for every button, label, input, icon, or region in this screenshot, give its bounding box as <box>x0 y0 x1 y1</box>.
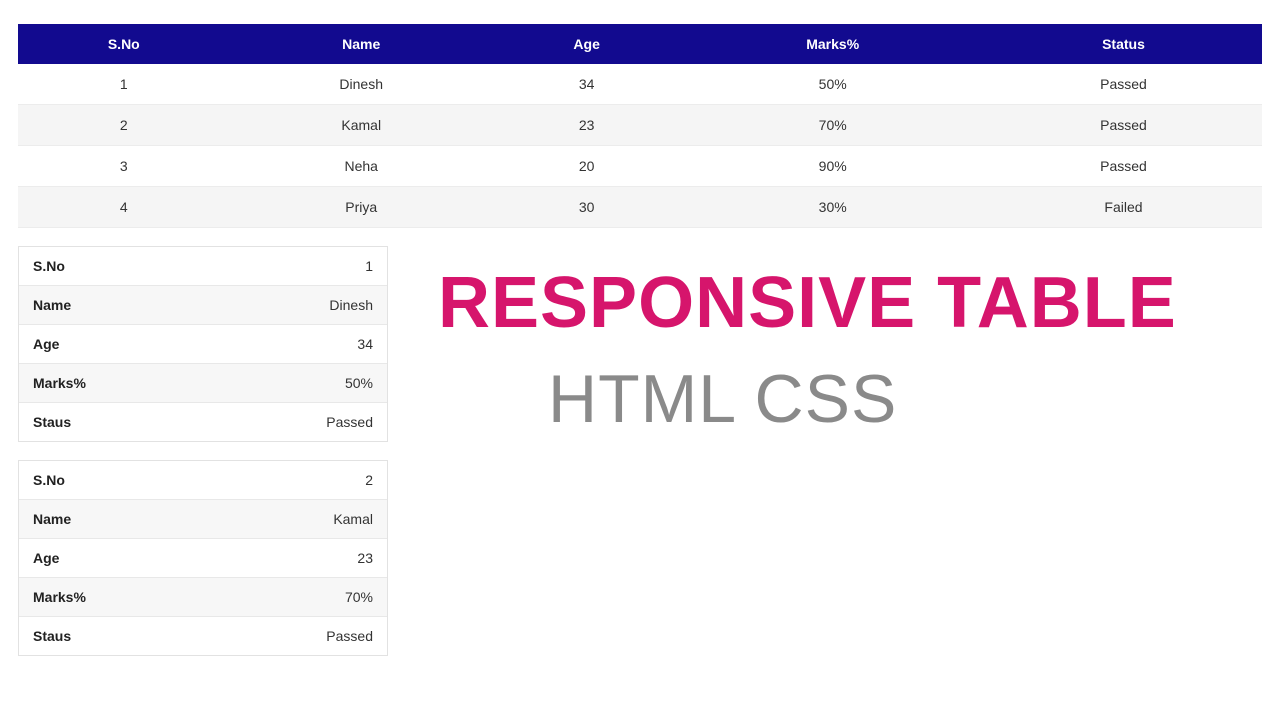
col-age: Age <box>493 24 681 64</box>
cell-sno: 4 <box>18 187 230 228</box>
cell-status: Passed <box>985 146 1262 187</box>
cell-marks: 30% <box>680 187 985 228</box>
cell-name: Priya <box>230 187 493 228</box>
cell-age: 20 <box>493 146 681 187</box>
cell-marks: 90% <box>680 146 985 187</box>
card-row-name: Name Dinesh <box>19 286 387 325</box>
card-row-sno: S.No 2 <box>19 461 387 500</box>
card-value: Kamal <box>333 511 373 527</box>
cell-name: Dinesh <box>230 64 493 105</box>
cell-age: 23 <box>493 105 681 146</box>
col-sno: S.No <box>18 24 230 64</box>
card-label: Age <box>33 550 59 566</box>
students-table: S.No Name Age Marks% Status 1 Dinesh 34 … <box>18 24 1262 228</box>
card-row-status: Staus Passed <box>19 403 387 441</box>
card-label: Marks% <box>33 589 86 605</box>
headline-title: RESPONSIVE TABLE <box>438 266 1262 342</box>
card-label: S.No <box>33 258 65 274</box>
col-name: Name <box>230 24 493 64</box>
record-card: S.No 2 Name Kamal Age 23 Marks% 70% Stau… <box>18 460 388 656</box>
card-row-name: Name Kamal <box>19 500 387 539</box>
table-row: 3 Neha 20 90% Passed <box>18 146 1262 187</box>
cell-status: Passed <box>985 105 1262 146</box>
cell-sno: 3 <box>18 146 230 187</box>
card-row-age: Age 23 <box>19 539 387 578</box>
cell-marks: 50% <box>680 64 985 105</box>
cell-sno: 1 <box>18 64 230 105</box>
card-value: 1 <box>365 258 373 274</box>
card-value: 70% <box>345 589 373 605</box>
card-value: 50% <box>345 375 373 391</box>
card-label: S.No <box>33 472 65 488</box>
headline-block: RESPONSIVE TABLE HTML CSS <box>428 246 1262 438</box>
table-header-row: S.No Name Age Marks% Status <box>18 24 1262 64</box>
responsive-card-list: S.No 1 Name Dinesh Age 34 Marks% 50% Sta… <box>18 246 388 674</box>
card-label: Staus <box>33 414 71 430</box>
card-row-marks: Marks% 50% <box>19 364 387 403</box>
card-row-age: Age 34 <box>19 325 387 364</box>
card-value: Passed <box>326 414 373 430</box>
card-value: 23 <box>357 550 373 566</box>
record-card: S.No 1 Name Dinesh Age 34 Marks% 50% Sta… <box>18 246 388 442</box>
table-row: 1 Dinesh 34 50% Passed <box>18 64 1262 105</box>
table-row: 2 Kamal 23 70% Passed <box>18 105 1262 146</box>
card-row-marks: Marks% 70% <box>19 578 387 617</box>
card-label: Age <box>33 336 59 352</box>
cell-age: 30 <box>493 187 681 228</box>
card-value: 34 <box>357 336 373 352</box>
cell-marks: 70% <box>680 105 985 146</box>
col-status: Status <box>985 24 1262 64</box>
cell-sno: 2 <box>18 105 230 146</box>
table-row: 4 Priya 30 30% Failed <box>18 187 1262 228</box>
card-label: Staus <box>33 628 71 644</box>
cell-name: Neha <box>230 146 493 187</box>
card-label: Name <box>33 511 71 527</box>
card-label: Name <box>33 297 71 313</box>
col-marks: Marks% <box>680 24 985 64</box>
cell-status: Failed <box>985 187 1262 228</box>
cell-name: Kamal <box>230 105 493 146</box>
cell-age: 34 <box>493 64 681 105</box>
card-row-status: Staus Passed <box>19 617 387 655</box>
card-label: Marks% <box>33 375 86 391</box>
cell-status: Passed <box>985 64 1262 105</box>
card-value: 2 <box>365 472 373 488</box>
card-value: Dinesh <box>329 297 373 313</box>
headline-subtitle: HTML CSS <box>548 360 1262 438</box>
card-value: Passed <box>326 628 373 644</box>
card-row-sno: S.No 1 <box>19 247 387 286</box>
